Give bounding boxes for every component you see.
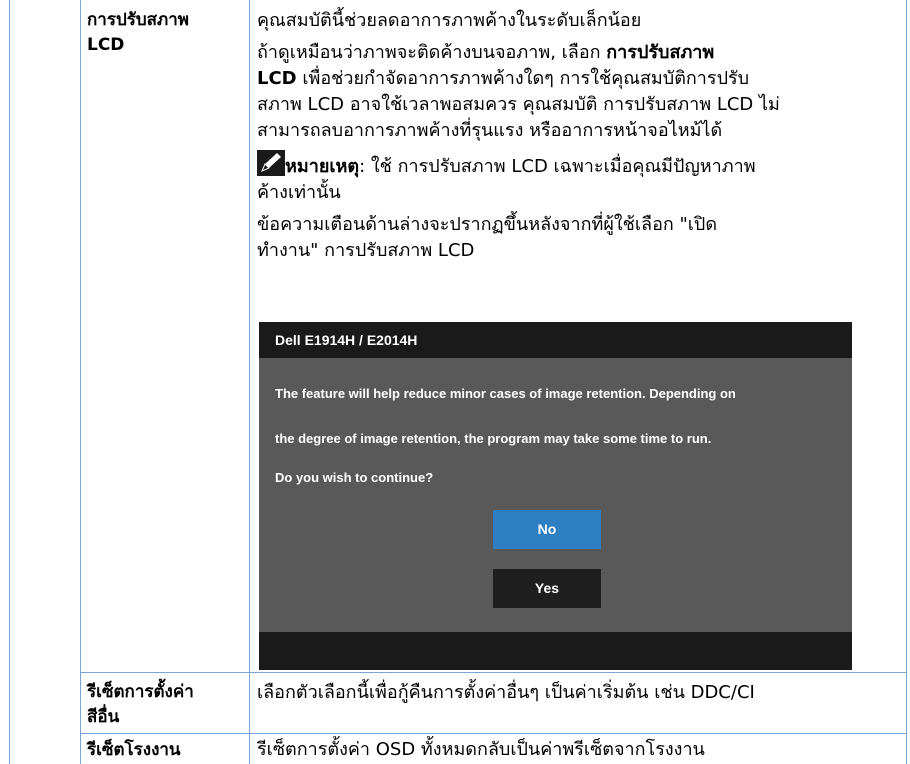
note-paragraph: หมายเหตุ: ใช้ การปรับสภาพ LCD เฉพาะเมื่อ… [257,150,907,206]
dialog-message-line: The feature will help reduce minor cases… [275,386,736,401]
table-border-col1 [80,0,81,764]
dialog-title: Dell E1914H / E2014H [259,322,852,358]
row-divider [80,733,907,734]
dialog-message-line: the degree of image retention, the progr… [275,431,712,446]
row-content-factory-reset: รีเซ็ตการตั้งค่า OSD ทั้งหมดกลับเป็นค่าพ… [257,739,705,760]
row-content-reset-other: เลือกตัวเลือกนี้เพื่อกู้คืนการตั้งค่าอื่… [257,682,755,703]
table-border-col2 [249,0,250,764]
warning-paragraph: ข้อความเตือนด้านล่างจะปรากฏขึ้นหลังจากที… [257,214,718,261]
row-content-lcd-conditioning: คุณสมบัตินี้ช่วยลดอาการภาพค้างในระดับเล็… [257,8,907,270]
row-divider [80,672,907,673]
table-border-left [9,0,10,764]
row-label-factory-reset: รีเซ็ตโรงงาน [87,740,181,760]
pencil-icon [257,150,285,176]
intro-text: คุณสมบัตินี้ช่วยลดอาการภาพค้างในระดับเล็… [257,10,642,31]
yes-button[interactable]: Yes [493,569,601,608]
note-label: หมายเหตุ [285,156,360,177]
row-label-lcd-conditioning: การปรับสภาพ LCD [87,10,190,55]
warning-dialog: Dell E1914H / E2014H The feature will he… [259,322,852,670]
no-button[interactable]: No [493,510,601,549]
description-paragraph: ถ้าดูเหมือนว่าภาพจะติดค้างบนจอภาพ, เลือก… [257,42,780,141]
dialog-footer-bar [259,632,852,670]
row-label-reset-other: รีเซ็ตการตั้งค่า สีอื่น [87,682,194,727]
dialog-message-line: Do you wish to continue? [275,470,434,485]
